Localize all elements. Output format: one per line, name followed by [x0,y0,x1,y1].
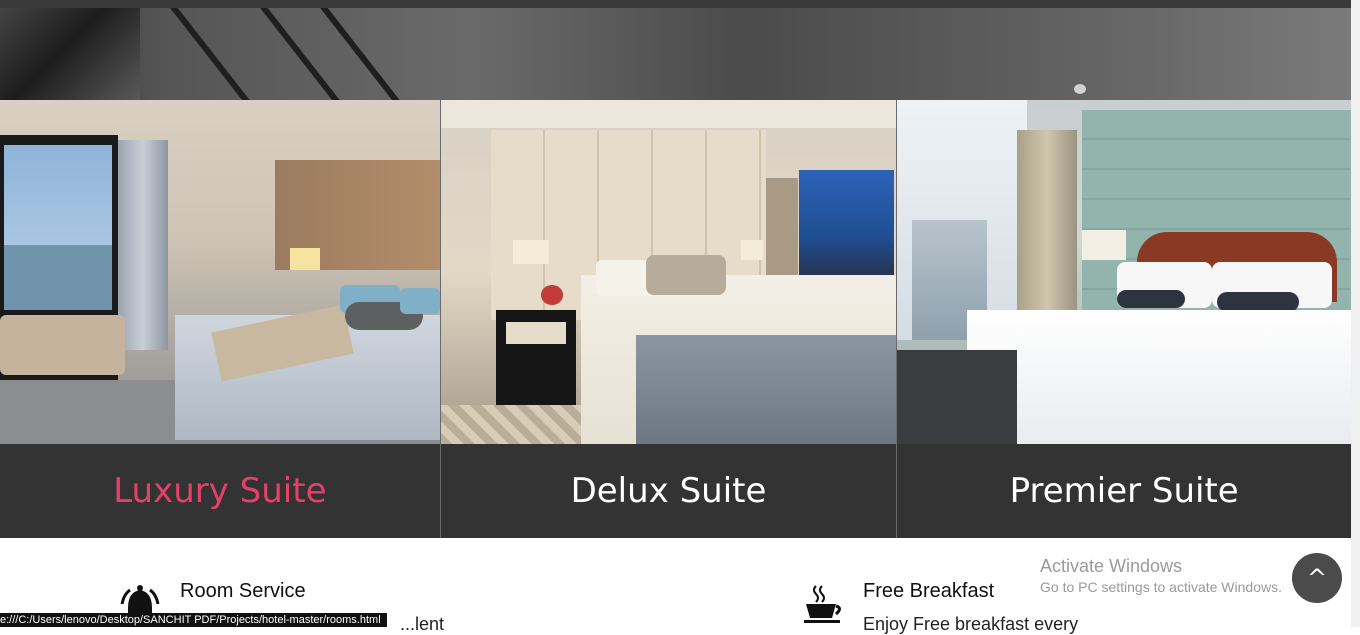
room-title[interactable]: Premier Suite [897,444,1351,538]
room-photo [440,100,897,444]
chevron-up-icon: ^ [1306,564,1328,592]
feature-description: Enjoy Free breakfast every [863,614,1079,634]
room-photo [0,100,440,444]
top-bar [0,0,1351,8]
banner-railing [167,8,259,100]
room-card-luxury[interactable]: Luxury Suite [0,100,440,538]
room-title[interactable]: Luxury Suite [0,444,440,538]
feature-description: ...lent [400,614,445,634]
room-photo [897,100,1351,444]
feature-title: Room Service [180,580,306,602]
banner-railing [317,8,409,100]
room-card-delux[interactable]: Delux Suite [439,100,897,538]
feature-title: Free Breakfast [863,580,995,602]
back-to-top-button[interactable]: ^ [1292,553,1342,603]
hero-banner-image [0,8,1351,100]
activate-windows-watermark: Activate Windows Go to PC settings to ac… [1040,556,1282,595]
watermark-subtitle: Go to PC settings to activate Windows. [1040,579,1282,595]
watermark-title: Activate Windows [1040,556,1183,576]
room-card-premier[interactable]: Premier Suite [896,100,1351,538]
coffee-cup-icon [802,584,844,624]
banner-left-panel [0,8,140,100]
room-title[interactable]: Delux Suite [440,444,897,538]
banner-light [1074,84,1086,94]
status-bar-url: e:///C:/Users/lenovo/Desktop/SANCHIT PDF… [0,613,387,627]
room-gallery: Luxury Suite Delux Suite Premier Suite [0,100,1351,538]
page-scrollbar[interactable] [1351,0,1360,627]
